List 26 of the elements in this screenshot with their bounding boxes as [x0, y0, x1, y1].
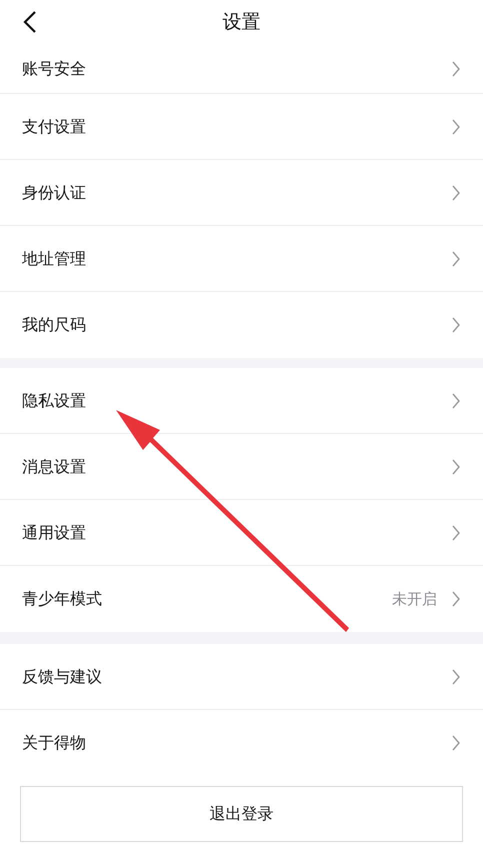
row-label: 反馈与建议	[22, 666, 102, 688]
row-label: 消息设置	[22, 456, 86, 478]
logout-button[interactable]: 退出登录	[20, 786, 463, 842]
back-button[interactable]	[22, 10, 38, 34]
chevron-right-icon	[451, 392, 461, 408]
chevron-right-icon	[451, 118, 461, 134]
chevron-right-icon	[451, 317, 461, 333]
row-label: 通用设置	[22, 522, 86, 544]
chevron-right-icon	[451, 735, 461, 751]
chevron-right-icon	[451, 524, 461, 540]
row-label: 支付设置	[22, 116, 86, 138]
row-label: 青少年模式	[22, 588, 102, 610]
row-value: 未开启	[392, 588, 437, 610]
chevron-right-icon	[451, 60, 461, 76]
row-label: 隐私设置	[22, 390, 86, 412]
row-label: 地址管理	[22, 248, 86, 270]
row-label: 关于得物	[22, 732, 86, 754]
row-label: 身份认证	[22, 182, 86, 204]
chevron-right-icon	[451, 184, 461, 200]
chevron-right-icon	[451, 668, 461, 684]
chevron-right-icon	[451, 458, 461, 474]
chevron-right-icon	[451, 250, 461, 266]
row-label: 账号安全	[22, 58, 86, 80]
row-label: 我的尺码	[22, 314, 86, 336]
chevron-right-icon	[451, 591, 461, 607]
page-title: 设置	[222, 10, 260, 35]
